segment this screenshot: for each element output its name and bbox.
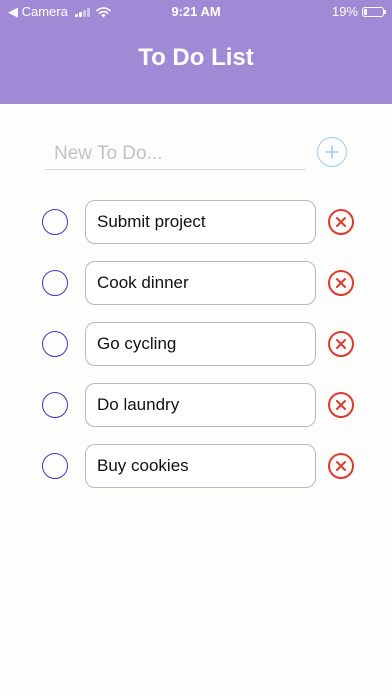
delete-todo-button[interactable] (328, 209, 354, 235)
todo-item-label: Buy cookies (97, 456, 189, 475)
todo-row: Go cycling (0, 322, 392, 366)
delete-todo-button[interactable] (328, 392, 354, 418)
todo-row: Buy cookies (0, 444, 392, 488)
todo-item-field[interactable]: Do laundry (85, 383, 316, 427)
delete-todo-button[interactable] (328, 270, 354, 296)
x-circle-icon (336, 278, 346, 288)
complete-toggle-circle-icon[interactable] (42, 331, 68, 357)
todo-item-label: Go cycling (97, 334, 177, 353)
todo-item-label: Submit project (97, 212, 206, 231)
complete-toggle-circle-icon[interactable] (42, 453, 68, 479)
delete-todo-button[interactable] (328, 453, 354, 479)
delete-todo-button[interactable] (328, 331, 354, 357)
add-todo-button[interactable] (317, 137, 347, 167)
battery-percent: 19% (331, 4, 358, 19)
todo-item-field[interactable]: Cook dinner (85, 261, 316, 305)
plus-icon (325, 145, 339, 159)
todo-row: Submit project (0, 200, 392, 244)
todo-row: Cook dinner (0, 261, 392, 305)
battery-icon (362, 6, 386, 17)
new-todo-input[interactable] (44, 138, 306, 170)
x-circle-icon (336, 217, 346, 227)
complete-toggle-circle-icon[interactable] (42, 392, 68, 418)
battery-fill (364, 8, 368, 15)
todo-row: Do laundry (0, 383, 392, 427)
header-bar: ◀ Camera 9:21 AM 19% To Do List (0, 0, 392, 104)
complete-toggle-circle-icon[interactable] (42, 270, 68, 296)
todo-item-field[interactable]: Buy cookies (85, 444, 316, 488)
status-bar: ◀ Camera 9:21 AM 19% (0, 0, 392, 22)
page-title: To Do List (138, 44, 254, 71)
todo-item-label: Cook dinner (97, 273, 189, 292)
todo-item-label: Do laundry (97, 395, 180, 414)
x-circle-icon (336, 461, 346, 471)
x-circle-icon (336, 339, 346, 349)
todo-item-field[interactable]: Submit project (85, 200, 316, 244)
status-right: 19% (331, 4, 386, 19)
todo-item-field[interactable]: Go cycling (85, 322, 316, 366)
complete-toggle-circle-icon[interactable] (42, 209, 68, 235)
x-circle-icon (336, 400, 346, 410)
